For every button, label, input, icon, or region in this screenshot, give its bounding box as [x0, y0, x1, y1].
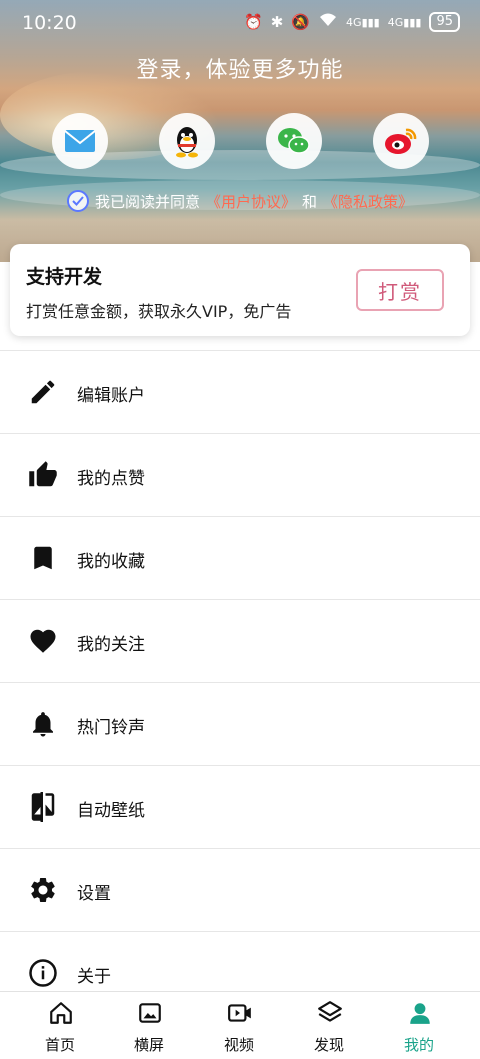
tab-discover[interactable]: 发现 [281, 992, 377, 1059]
bookmark-icon [34, 546, 52, 570]
bluetooth-icon: ✱ [270, 13, 284, 31]
support-card: 支持开发 打赏任意金额，获取永久VIP，免广告 打赏 [10, 244, 470, 336]
tab-label: 首页 [44, 1036, 75, 1054]
signal-icon-2: 4G▮▮▮ [387, 15, 422, 29]
qq-login-button[interactable] [159, 113, 215, 169]
reward-button[interactable]: 打赏 [356, 269, 444, 311]
tab-landscape[interactable]: 横屏 [101, 992, 197, 1059]
wifi-icon [318, 12, 338, 32]
agreement-row: 我已阅读并同意 《用户协议》和《隐私政策》 [0, 190, 480, 212]
pencil-icon [31, 380, 55, 404]
weibo-icon [385, 128, 417, 154]
wechat-icon [278, 128, 310, 154]
privacy-policy-link[interactable]: 《隐私政策》 [323, 191, 413, 212]
tab-home[interactable]: 首页 [12, 992, 108, 1059]
tab-label: 视频 [223, 1036, 254, 1054]
menu-item-label: 自动壁纸 [77, 801, 145, 821]
agreement-conjunction: 和 [302, 192, 318, 211]
menu-item-settings[interactable]: 设置 [0, 848, 480, 931]
thumbs-up-icon [29, 461, 57, 487]
tab-label: 发现 [313, 1036, 344, 1054]
status-bar: 10:20 ⏰ ✱ 🔕 4G▮▮▮ 4G▮▮▮ 95 [0, 0, 480, 48]
tab-mine[interactable]: 我的 [371, 992, 467, 1059]
email-login-button[interactable] [52, 113, 108, 169]
menu-item-label: 我的点赞 [77, 469, 145, 489]
signal-icon: 4G▮▮▮ [346, 15, 380, 29]
status-time: 10:20 [22, 12, 77, 34]
profile-menu: 编辑账户 我的点赞 我的收藏 我的关注 热门铃声 自动壁纸 设置 关于 [0, 350, 480, 1014]
video-icon [228, 1004, 251, 1022]
layers-icon [318, 1001, 342, 1022]
heart-icon [30, 629, 56, 653]
menu-item-label: 我的关注 [77, 635, 145, 655]
menu-item-label: 热门铃声 [77, 718, 145, 738]
wechat-login-button[interactable] [266, 113, 322, 169]
mute-icon: 🔕 [291, 13, 311, 31]
menu-item-my-follows[interactable]: 我的关注 [0, 599, 480, 682]
checkmark-icon [72, 196, 84, 206]
social-login-row [0, 113, 480, 169]
menu-item-auto-wallpaper[interactable]: 自动壁纸 [0, 765, 480, 848]
gear-icon [30, 878, 55, 902]
agree-checkbox[interactable] [66, 190, 89, 212]
menu-item-label: 关于 [77, 967, 111, 987]
home-icon [50, 1002, 72, 1024]
alarm-icon: ⏰ [244, 13, 263, 31]
person-icon [410, 1003, 430, 1024]
menu-item-my-favorites[interactable]: 我的收藏 [0, 516, 480, 599]
battery-icon: 95 [429, 12, 460, 32]
support-card-title: 支持开发 [26, 266, 103, 288]
agreement-text: 我已阅读并同意 [94, 192, 200, 211]
menu-item-my-likes[interactable]: 我的点赞 [0, 433, 480, 516]
qq-penguin-icon [176, 127, 198, 158]
menu-item-edit-account[interactable]: 编辑账户 [0, 350, 480, 433]
bottom-tab-bar: 首页 横屏 视频 发现 我的 [0, 991, 480, 1059]
tab-label: 我的 [403, 1036, 434, 1054]
envelope-icon [64, 130, 96, 152]
tab-video[interactable]: 视频 [191, 992, 287, 1059]
weibo-login-button[interactable] [373, 113, 429, 169]
image-icon [139, 1003, 161, 1023]
menu-item-hot-ringtones[interactable]: 热门铃声 [0, 682, 480, 765]
bell-icon [33, 712, 53, 737]
wallpaper-switch-icon [31, 792, 55, 822]
info-icon [29, 959, 57, 987]
user-agreement-link[interactable]: 《用户协议》 [206, 191, 296, 212]
menu-item-label: 设置 [77, 884, 111, 904]
login-title[interactable]: 登录，体验更多功能 [0, 52, 480, 84]
tab-label: 横屏 [133, 1036, 164, 1054]
menu-item-label: 我的收藏 [77, 552, 145, 572]
menu-item-label: 编辑账户 [77, 386, 145, 406]
support-card-subtitle: 打赏任意金额，获取永久VIP，免广告 [26, 302, 292, 321]
